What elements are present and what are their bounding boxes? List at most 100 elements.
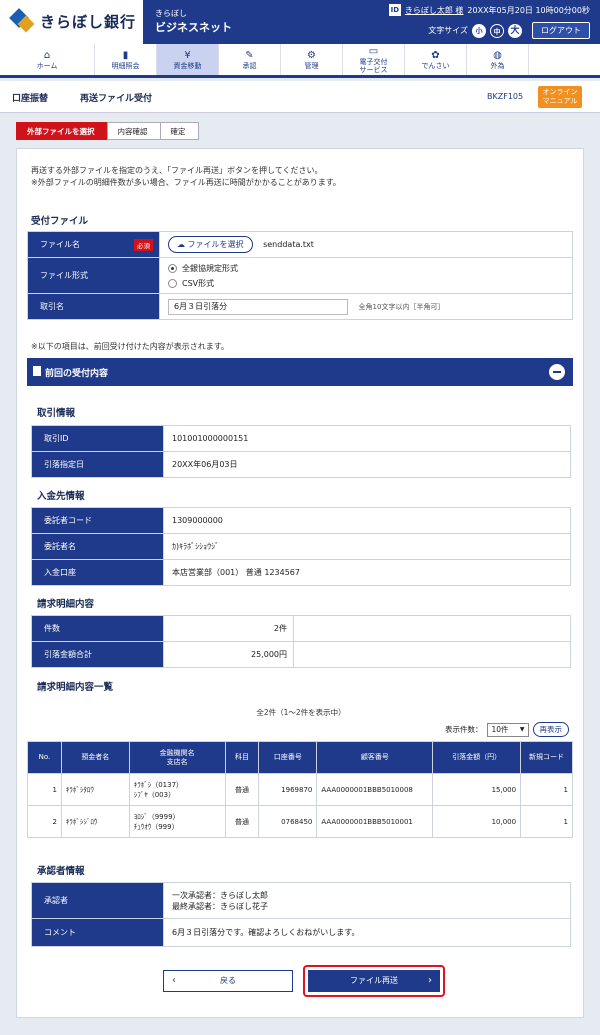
empty-cell [293,641,571,668]
resend-label: ファイル再送 [350,976,398,985]
top-bar: きらぼし銀行 きらぼし ビジネスネット ID きらぼし太郎 様 20XX年05月… [0,0,600,44]
step-finalize: 確定 [159,122,199,140]
nav-foreign-exchange[interactable]: ◍ 外為 [467,44,529,75]
step-select-file: 外部ファイルを選択 [16,122,108,140]
nav-label: ホーム [36,61,58,70]
col-no: No. [27,741,62,774]
approver-value: 一次承認者：きらぼし太郎 最終承認者：きらぼし花子 [163,882,571,919]
count-value: 2件 [163,615,294,642]
col-new-code: 新規コード [520,741,573,774]
approver-info-table: 承認者 一次承認者：きらぼし太郎 最終承認者：きらぼし花子 コメント 6月３日引… [31,882,571,947]
count-label: 件数 [31,615,164,642]
previous-content-title: 前回の受付内容 [45,369,109,379]
user-name-link[interactable]: きらぼし太郎 様 [405,5,464,16]
trade-name-input[interactable]: 6月３日引落分 [168,298,348,315]
resend-file-button[interactable]: ファイル再送 › [308,970,440,992]
cell-new-code: 1 [520,805,573,838]
select-file-label: ファイルを選択 [187,240,244,249]
consignor-code-value: 1309000000 [163,507,571,534]
font-size-control: 文字サイズ 小 中 大 ログアウト [428,22,590,39]
nav-label: でんさい [421,61,450,70]
nav-home[interactable]: ⌂ ホーム [0,44,95,75]
col-subject: 科目 [224,741,260,774]
nav-approve[interactable]: ✎ 承認 [219,44,281,75]
bank-name: きらぼし銀行 [40,12,137,31]
format-zengin-option[interactable]: 全銀協規定形式 [168,261,572,276]
nav-label: 承認 [242,61,257,70]
select-file-button[interactable]: ☁ ファイルを選択 [168,236,253,253]
cell-no: 2 [27,805,62,838]
selected-file-name: senddata.txt [263,240,314,249]
consignor-code-label: 委託者コード [31,507,164,534]
bill-content-table: 件数 2件 引落金額合計 25,000円 [31,615,571,668]
font-size-large-button[interactable]: 大 [508,23,522,38]
cell-bank-branch: ｷﾗﾎﾞｼ（0137） ｼﾌﾞﾔ（003） [128,773,226,806]
trade-info-table: 取引ID 101001000000151 引落指定日 20XX年06月03日 [31,425,571,478]
redisplay-button[interactable]: 再表示 [532,722,569,737]
nav-e-delivery[interactable]: ▭ 電子交付 サービス [343,44,405,75]
deposit-account-value: 本店営業部（001） 普通 1234567 [163,559,571,586]
intro-text: 再送する外部ファイルを指定のうえ、「ファイル再送」ボタンを押してください。 ※外… [31,165,341,189]
approve-icon: ✎ [245,49,254,61]
nav-fund-transfer[interactable]: ¥ 資金移動 [157,44,219,75]
trade-info-title: 取引情報 [37,408,76,419]
nav-statement[interactable]: ▮ 明細照会 [95,44,157,75]
trade-name-cell: 6月３日引落分 全角10文字以内［半角可］ [159,293,573,320]
cell-depositor: ｷﾗﾎﾞｼｼﾞﾛｳ [60,805,130,838]
cell-customer-no: AAA0000001BBB5010001 [316,805,434,838]
per-page-select[interactable]: 10件 [486,722,529,737]
file-format-cell: 全銀協規定形式 CSV形式 [159,257,573,294]
nav-label: 外為 [490,61,505,70]
col-amount: 引落金額（円） [432,741,522,774]
consignor-name-value: ｶ)ｷﾗﾎﾞｼｼｮｳｼﾞ [163,533,571,560]
back-button[interactable]: ‹ 戻る [163,970,293,992]
intro-line: 再送する外部ファイルを指定のうえ、「ファイル再送」ボタンを押してください。 [31,166,323,175]
brand-title: きらぼし ビジネスネット [155,8,232,35]
payee-info-title: 入金先情報 [37,491,85,502]
col-bank-branch: 金融機関名 支店名 [128,741,226,774]
cell-new-code: 1 [520,773,573,806]
screen-code: BKZF105 [487,92,524,101]
step-confirm-content: 内容確認 [106,122,161,140]
trade-id-value: 101001000000151 [163,425,571,452]
user-id-icon: ID [388,4,401,16]
font-size-small-button[interactable]: 小 [472,23,486,38]
cell-account-no: 1969870 [258,773,318,806]
nav-label: 明細照会 [111,61,140,70]
list-count: 全2件（1〜2件を表示中） [256,708,346,717]
format-csv-option[interactable]: CSV形式 [168,276,572,291]
densai-icon: ✿ [431,49,440,61]
trade-name-hint: 全角10文字以内［半角可］ [358,302,445,311]
document-icon [33,366,41,376]
yen-icon: ¥ [184,49,191,61]
cell-subject: 普通 [224,805,260,838]
highlight-frame: ファイル再送 › [303,965,445,997]
chevron-left-icon: ‹ [172,975,176,986]
radio-zengin[interactable] [168,263,177,273]
col-customer-no: 顧客番号 [316,741,434,774]
collapse-icon[interactable] [549,364,565,380]
bank-logo[interactable]: きらぼし銀行 [9,8,137,34]
cell-no: 1 [27,773,62,806]
main-panel: 再送する外部ファイルを指定のうえ、「ファイル再送」ボタンを押してください。 ※外… [16,148,584,1018]
file-format-label: ファイル形式 [27,257,160,294]
footer-buttons: ‹ 戻る ファイル再送 › [17,964,585,1004]
step-indicator: 外部ファイルを選択 内容確認 確定 [16,122,199,140]
brand-small: きらぼし [155,9,187,18]
nav-admin[interactable]: ⚙ 管理 [281,44,343,75]
payee-info-table: 委託者コード 1309000000 委託者名 ｶ)ｷﾗﾎﾞｼｼｮｳｼﾞ 入金口座 本店… [31,507,571,586]
logout-button[interactable]: ログアウト [532,22,590,39]
cell-amount: 15,000 [432,773,522,806]
user-line: ID きらぼし太郎 様 20XX年05月20日 10時00分00秒 [388,4,590,16]
previous-content-bar[interactable]: 前回の受付内容 [27,358,573,386]
nav-label: 電子交付 サービス [359,57,388,74]
font-size-medium-button[interactable]: 中 [490,23,504,38]
col-depositor: 預金者名 [60,741,130,774]
global-nav: ⌂ ホーム ▮ 明細照会 ¥ 資金移動 ✎ 承認 ⚙ 管理 ▭ 電子交付 サービ… [0,44,600,78]
deposit-account-label: 入金口座 [31,559,164,586]
radio-csv[interactable] [168,278,177,288]
chevron-right-icon: › [428,975,432,986]
online-manual-button[interactable]: オンライン マニュアル [538,86,582,108]
page-header: 口座振替 再送ファイル受付 BKZF105 オンライン マニュアル [0,81,600,113]
nav-densai[interactable]: ✿ でんさい [405,44,467,75]
